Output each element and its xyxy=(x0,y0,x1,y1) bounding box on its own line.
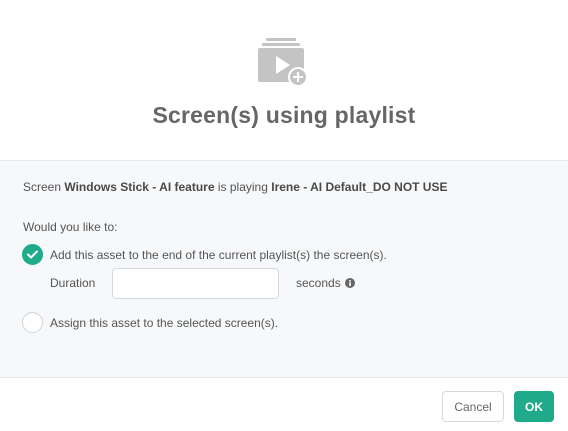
option-assign-label: Assign this asset to the selected screen… xyxy=(50,315,279,330)
screen-playlist-info: Screen Windows Stick - AI feature is pla… xyxy=(23,180,447,194)
radio-append[interactable] xyxy=(22,244,43,265)
dialog-footer: Cancel OK xyxy=(0,378,568,431)
info-prefix: Screen xyxy=(23,180,62,194)
question-text: Would you like to: xyxy=(23,220,118,234)
option-append-label: Add this asset to the end of the current… xyxy=(50,247,387,262)
checkmark-icon xyxy=(27,250,38,259)
duration-input[interactable] xyxy=(112,268,279,299)
radio-assign[interactable] xyxy=(22,312,43,333)
playlist-name: Irene - AI Default_DO NOT USE xyxy=(271,180,448,194)
dialog-title: Screen(s) using playlist xyxy=(152,102,416,128)
screen-name: Windows Stick - AI feature xyxy=(64,180,215,194)
info-middle: is playing xyxy=(217,180,268,194)
screens-using-playlist-dialog: Screen(s) using playlist Screen Windows … xyxy=(0,0,568,431)
duration-label: Duration xyxy=(50,276,96,290)
cancel-button[interactable]: Cancel xyxy=(442,391,504,422)
info-circle-icon[interactable] xyxy=(344,278,355,288)
dialog-body: Screen Windows Stick - AI feature is pla… xyxy=(0,160,568,378)
option-append-to-playlist[interactable]: Add this asset to the end of the current… xyxy=(22,244,387,265)
dialog-header: Screen(s) using playlist xyxy=(0,0,568,160)
playlist-add-icon xyxy=(257,37,309,87)
option-assign-to-screens[interactable]: Assign this asset to the selected screen… xyxy=(22,312,278,333)
seconds-unit: seconds xyxy=(296,276,355,290)
ok-button[interactable]: OK xyxy=(514,391,554,422)
seconds-label: seconds xyxy=(296,276,341,290)
